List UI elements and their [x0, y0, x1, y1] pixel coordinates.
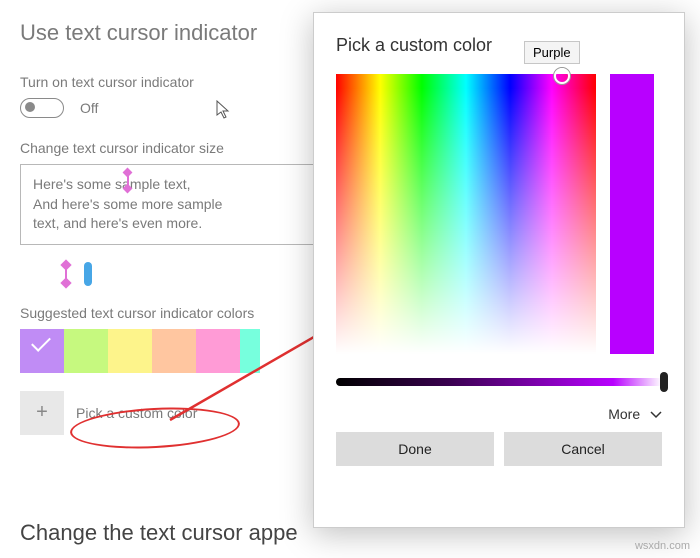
section-heading: Use text cursor indicator [20, 20, 320, 46]
sample-line: Here's some sample text, [33, 176, 191, 192]
settings-panel: Use text cursor indicator Turn on text c… [20, 20, 320, 435]
luminance-thumb[interactable] [660, 372, 668, 392]
sample-text-box: Here's some sample text, And here's some… [20, 164, 320, 245]
slider-thumb[interactable] [84, 262, 92, 286]
luminance-slider[interactable] [336, 378, 662, 386]
size-label: Change text cursor indicator size [20, 140, 320, 156]
hue-saturation-picker[interactable] [336, 74, 596, 354]
color-tooltip: Purple [524, 41, 580, 64]
color-swatch[interactable] [20, 329, 64, 373]
plus-icon: + [36, 401, 48, 424]
more-label: More [608, 406, 640, 422]
color-swatch[interactable] [196, 329, 240, 373]
sample-line: And here's some more sample [33, 196, 222, 212]
check-icon [31, 332, 51, 352]
color-swatch[interactable] [108, 329, 152, 373]
chevron-down-icon [650, 406, 662, 422]
next-section-heading: Change the text cursor appe [20, 520, 298, 546]
color-swatch[interactable] [64, 329, 108, 373]
dialog-title: Pick a custom color [336, 35, 662, 56]
size-slider[interactable] [60, 261, 320, 287]
color-swatch[interactable] [152, 329, 196, 373]
cancel-button[interactable]: Cancel [504, 432, 662, 466]
add-custom-color-button[interactable]: + [20, 391, 64, 435]
color-swatches [20, 329, 320, 373]
watermark: wsxdn.com [635, 540, 690, 552]
color-preview-strip [610, 74, 654, 354]
picker-handle[interactable] [554, 68, 570, 84]
suggested-colors-label: Suggested text cursor indicator colors [20, 305, 320, 321]
color-swatch[interactable] [240, 329, 260, 373]
more-toggle[interactable]: More [336, 406, 662, 422]
toggle-state-text: Off [80, 100, 98, 116]
sample-line: text, and here's even more. [33, 215, 202, 231]
cursor-indicator-toggle[interactable] [20, 98, 64, 118]
toggle-label: Turn on text cursor indicator [20, 74, 320, 90]
mouse-cursor-icon [216, 100, 232, 120]
cursor-size-icon [60, 261, 72, 287]
done-button[interactable]: Done [336, 432, 494, 466]
color-picker-dialog: Pick a custom color Purple More Done Can… [313, 12, 685, 528]
